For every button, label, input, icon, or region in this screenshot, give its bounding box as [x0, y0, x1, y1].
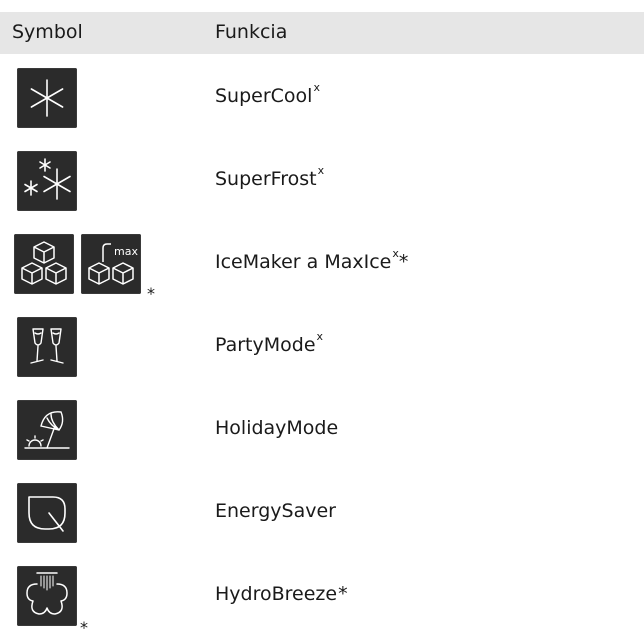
- header-function: Funkcia: [215, 21, 288, 43]
- table-row: SuperFrost x: [0, 137, 644, 220]
- symbol-asterisk: *: [147, 284, 155, 303]
- function-label: HolidayMode: [215, 416, 339, 439]
- energysaver-icon: [17, 483, 77, 543]
- table-row: HolidayMode: [0, 386, 644, 469]
- function-label: SuperFrost x: [215, 164, 325, 190]
- symbol-function-table: Symbol Funkcia SuperCool x SuperFrost x …: [0, 12, 644, 637]
- table-header: Symbol Funkcia: [0, 12, 644, 54]
- function-label: SuperCool x: [215, 81, 320, 107]
- table-row: SuperCool x: [0, 54, 644, 137]
- hydrobreeze-icon: [17, 566, 77, 626]
- table-row: max * IceMaker a MaxIce x *: [0, 220, 644, 303]
- superfrost-icon: [17, 151, 77, 211]
- table-row: PartyMode x: [0, 303, 644, 386]
- function-label: HydroBreeze *: [215, 582, 348, 605]
- header-symbol: Symbol: [12, 21, 83, 43]
- function-label: IceMaker a MaxIce x *: [215, 247, 409, 273]
- holidaymode-icon: [17, 400, 77, 460]
- function-label: PartyMode x: [215, 330, 324, 356]
- function-label: EnergySaver: [215, 499, 336, 522]
- icemaker-icon: [14, 234, 74, 294]
- max-label: max: [114, 245, 138, 258]
- supercool-icon: [17, 68, 77, 128]
- table-row: EnergySaver: [0, 469, 644, 552]
- maxice-icon: max: [81, 234, 141, 294]
- table-row: * HydroBreeze *: [0, 552, 644, 637]
- partymode-icon: [17, 317, 77, 377]
